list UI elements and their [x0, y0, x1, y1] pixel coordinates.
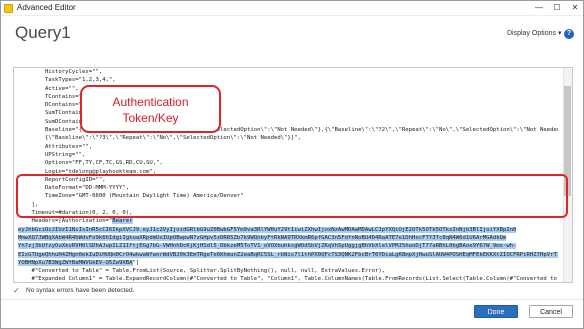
maximize-button[interactable]: ☐	[550, 2, 564, 14]
code-line: Yh7zj3bUfzyOuXkvRVH0lSDhAJupILZ1IftjEGg7…	[18, 243, 517, 250]
status-text: No syntax errors have been detected.	[26, 287, 135, 294]
display-options-dropdown[interactable]: Display Options ▾	[507, 29, 561, 39]
code-line: HistoryCycles="",	[18, 69, 103, 75]
cancel-button[interactable]: Cancel	[529, 305, 573, 318]
code-line: eyJhbGciOiJIUzI1NiIsInR5cCI6IkpXVCJ9.eyJ…	[18, 226, 517, 233]
power-bi-icon	[4, 4, 13, 13]
token-highlight-box	[16, 174, 568, 218]
code-line: #"Converted to Table" = Table.FromList(S…	[18, 268, 386, 275]
code-line: #"Expanded Column1" = Table.ExpandRecord…	[18, 276, 558, 283]
close-button[interactable]: ✕	[568, 2, 582, 14]
done-button[interactable]: Done	[474, 305, 518, 318]
check-icon: ✓	[13, 286, 20, 295]
minimize-button[interactable]: —	[532, 2, 546, 14]
code-line: Options="FF,TY,CF,TC,GS,RD,CU,SU,",	[18, 160, 163, 167]
title-bar: Advanced Editor — ☐ ✕	[1, 1, 583, 16]
code-line: Headers=[Authorization="Bearer	[18, 218, 133, 225]
code-line: Attributes="",	[18, 143, 93, 150]
code-line: TaskTypes="1,2,3,4,",	[18, 77, 116, 84]
code-line: YOBHNpXu7B3WgZWfBaMWVGkEV-Q5Zw9XBA"]	[18, 259, 140, 266]
advanced-editor-window: Advanced Editor — ☐ ✕ Query1 Display Opt…	[0, 0, 584, 329]
code-line: MmwXQ7JWBqXAbW4R4bWdvFo9k6hIdgiIgkuaXRpd…	[18, 234, 507, 241]
help-icon[interactable]: ?	[564, 29, 574, 39]
annotation-callout: Authentication Token/Key	[80, 85, 221, 133]
code-line: UPString="",	[18, 151, 86, 158]
annotation-line-2: Token/Key	[122, 111, 179, 125]
status-bar: ✓ No syntax errors have been detected.	[13, 286, 413, 296]
query-name: Query1	[15, 23, 71, 42]
window-title: Advanced Editor	[17, 3, 76, 12]
annotation-line-1: Authentication	[112, 95, 189, 109]
code-line: {\"Baseline\":\"?3\",\"Repeat\":\"No\",\…	[18, 135, 301, 142]
footer-divider	[1, 299, 583, 300]
code-line: EIsGTUgeQhhuH4ZHgn0ekIuDiHUQm0CrO4wkwaWf…	[18, 251, 558, 259]
